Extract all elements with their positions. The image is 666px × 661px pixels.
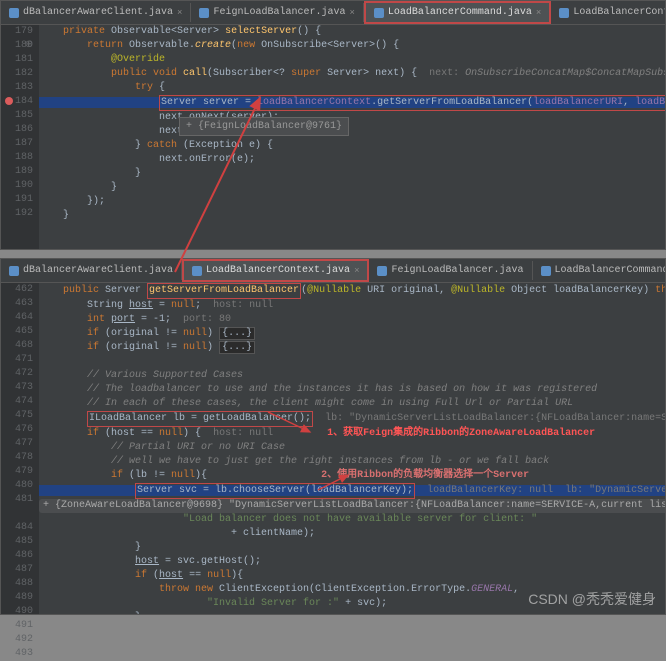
- tab-active[interactable]: LoadBalancerCommand.java×: [364, 1, 551, 24]
- line-gutter-2: 4624634644654684714724734744754764774784…: [1, 283, 39, 614]
- tab-active[interactable]: LoadBalancerContext.java×: [182, 259, 369, 282]
- tab[interactable]: FeignLoadBalancer.java: [369, 261, 532, 280]
- annotation-1: 1、获取Feign集成的Ribbon的ZoneAwareLoadBalancer: [327, 428, 595, 439]
- close-icon[interactable]: ×: [177, 8, 182, 18]
- editor-pane-2: dBalancerAwareClient.java LoadBalancerCo…: [0, 258, 666, 615]
- watermark: CSDN @秃秃爱健身: [528, 589, 656, 609]
- java-icon: [559, 8, 569, 18]
- java-icon: [9, 8, 19, 18]
- tab[interactable]: dBalancerAwareClient.java×: [1, 3, 191, 22]
- code-area-1[interactable]: private Observable<Server> selectServer(…: [39, 25, 665, 249]
- debug-inline-hint: + {ZoneAwareLoadBalancer@9698} "DynamicS…: [39, 499, 665, 513]
- tab[interactable]: LoadBalancerContext.java×: [551, 3, 665, 22]
- close-icon[interactable]: ×: [349, 8, 354, 18]
- line-gutter: 179 ⊕18018118218318418518618718818919019…: [1, 25, 39, 249]
- java-icon: [377, 266, 387, 276]
- tab[interactable]: dBalancerAwareClient.java: [1, 261, 182, 280]
- debug-tooltip: + {FeignLoadBalancer@9761}: [179, 117, 349, 136]
- tab-bar-1: dBalancerAwareClient.java× FeignLoadBala…: [1, 1, 665, 25]
- java-icon: [199, 8, 209, 18]
- breakpoint-icon[interactable]: [5, 97, 13, 105]
- annotation-2: 2、使用Ribbon的负载均衡器选择一个Server: [321, 470, 529, 481]
- close-icon[interactable]: ×: [536, 8, 541, 18]
- java-icon: [541, 266, 551, 276]
- tab[interactable]: FeignLoadBalancer.java×: [191, 3, 363, 22]
- tab-bar-2: dBalancerAwareClient.java LoadBalancerCo…: [1, 259, 665, 283]
- code-area-2[interactable]: public Server getServerFromLoadBalancer(…: [39, 283, 665, 614]
- java-icon: [192, 266, 202, 276]
- java-icon: [9, 266, 19, 276]
- java-icon: [374, 8, 384, 18]
- editor-pane-1: dBalancerAwareClient.java× FeignLoadBala…: [0, 0, 666, 250]
- close-icon[interactable]: ×: [354, 266, 359, 276]
- tab[interactable]: LoadBalancerCommand.java: [533, 261, 666, 280]
